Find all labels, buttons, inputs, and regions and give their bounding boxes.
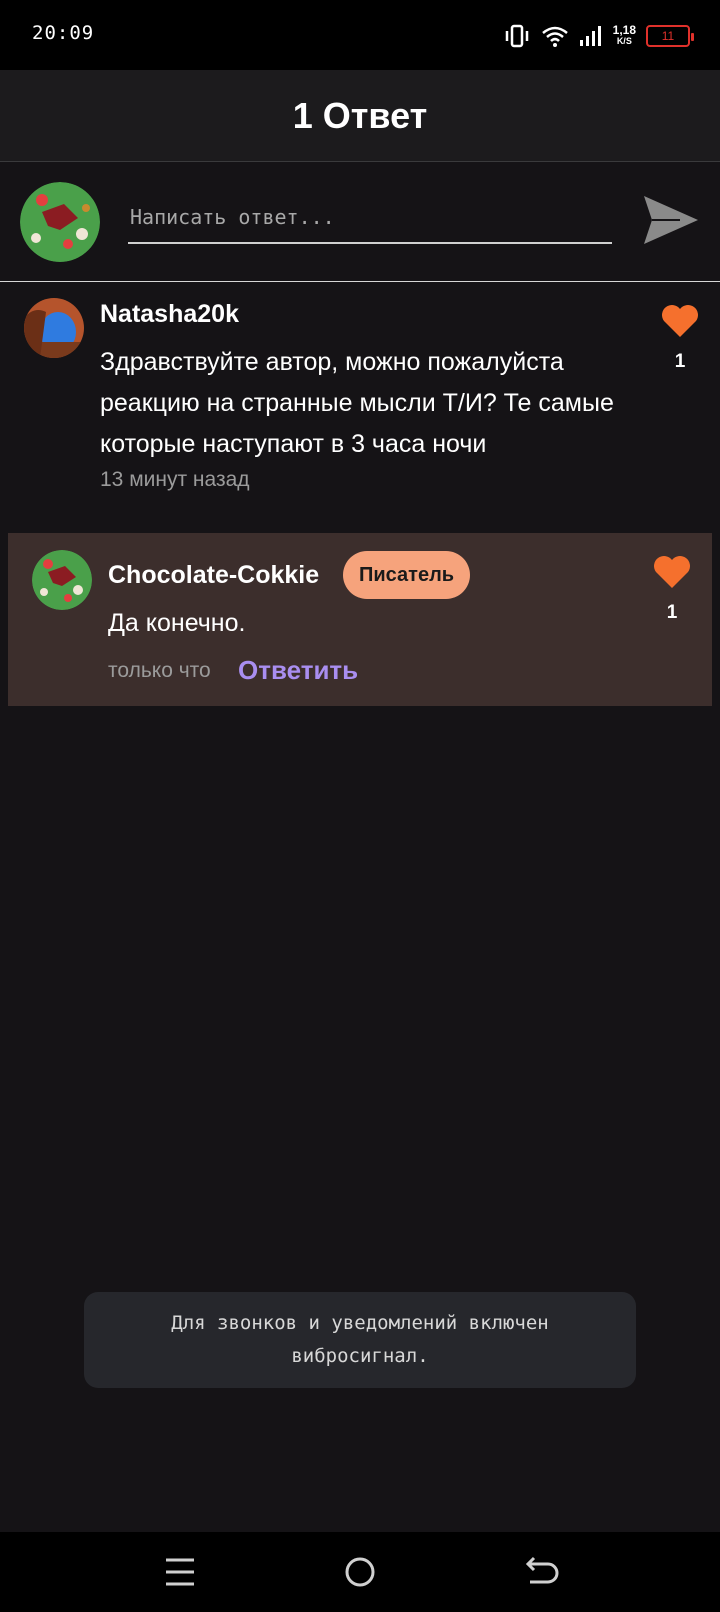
reply-timestamp: только что [108, 659, 211, 682]
menu-icon[interactable] [158, 1550, 202, 1594]
reply-avatar[interactable] [32, 550, 92, 610]
comment-timestamp: 13 минут назад [100, 468, 250, 491]
heart-icon [654, 556, 690, 588]
status-bar: 20:09 1,18 K/S 11 [0, 0, 720, 70]
toast-text: Для звонков и уведомлений включен виброс… [171, 1312, 549, 1367]
reply-text: Да конечно. [108, 609, 246, 637]
heart-icon [662, 305, 698, 337]
user-avatar[interactable] [20, 182, 100, 262]
comment-like-count: 1 [674, 351, 686, 372]
reply-link[interactable]: Ответить [238, 655, 358, 686]
wifi-icon [541, 26, 568, 47]
reply: Chocolate-Cokkie Писатель Да конечно. то… [8, 533, 712, 706]
signal-icon [579, 26, 601, 46]
send-icon[interactable] [640, 190, 700, 250]
comment-text: Здравствуйте автор, можно пожалуйста реа… [100, 348, 614, 458]
home-icon[interactable] [338, 1550, 382, 1594]
comment-username[interactable]: Natasha20k [100, 300, 239, 329]
status-time: 20:09 [32, 22, 95, 44]
network-speed: 1,18 K/S [612, 23, 636, 46]
reply-like-count: 1 [666, 602, 678, 623]
battery-icon: 11 [646, 25, 694, 47]
navigation-bar [0, 1532, 720, 1612]
page-title: 1 Ответ [292, 94, 428, 136]
vibrate-icon [505, 24, 528, 48]
status-icons: 1,18 K/S 11 [503, 22, 694, 50]
reply-input[interactable] [128, 192, 612, 244]
toast-notification: Для звонков и уведомлений включен виброс… [84, 1292, 636, 1388]
back-icon[interactable] [518, 1550, 562, 1594]
reply-composer [0, 162, 720, 282]
reply-like-button[interactable]: 1 [642, 555, 702, 624]
reply-username[interactable]: Chocolate-Cokkie [108, 561, 319, 590]
writer-badge: Писатель [343, 551, 471, 599]
comment-like-button[interactable]: 1 [650, 304, 710, 373]
header: 1 Ответ [0, 70, 720, 162]
comment: Natasha20k Здравствуйте автор, можно пож… [0, 282, 720, 526]
battery-level: 11 [661, 29, 675, 43]
comment-avatar[interactable] [24, 298, 84, 358]
